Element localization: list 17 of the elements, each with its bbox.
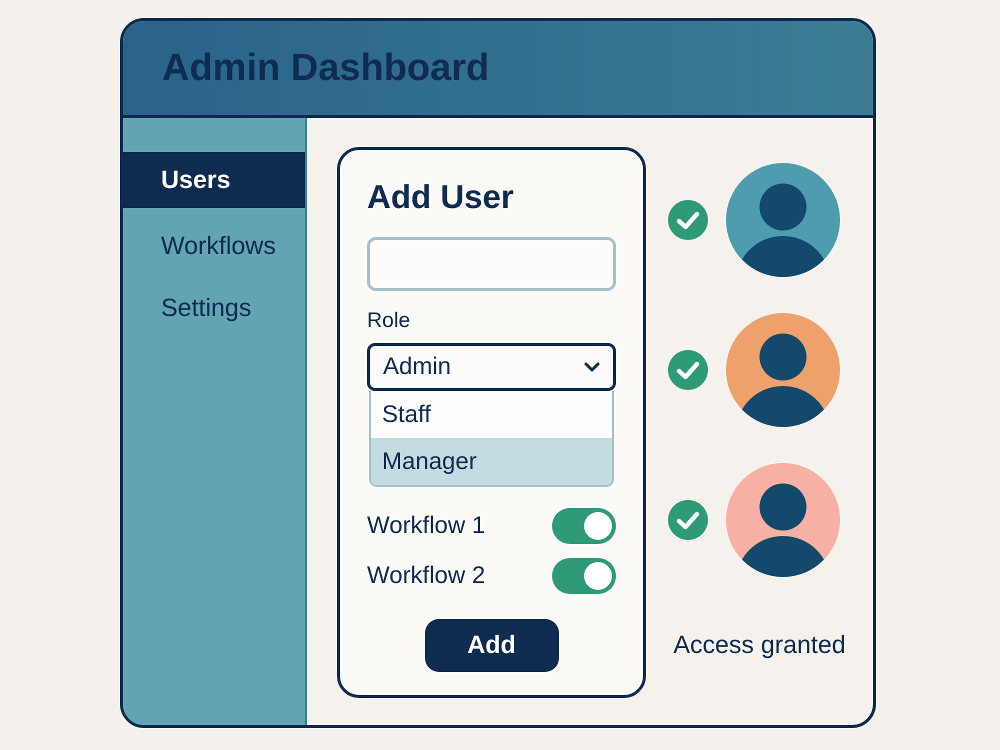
dropdown-option[interactable]: Staff: [371, 391, 612, 438]
role-label: Role: [367, 309, 412, 333]
nav-item[interactable]: Settings: [123, 284, 305, 332]
dropdown-option[interactable]: Manager: [371, 438, 612, 485]
role-select[interactable]: Admin: [367, 343, 616, 391]
form-title: Add User: [367, 178, 515, 216]
add-button[interactable]: Add: [424, 619, 558, 672]
toggle-switch[interactable]: [552, 558, 616, 594]
text-input-field[interactable]: [367, 237, 616, 291]
workflow-label: Workflow 1: [367, 512, 486, 540]
toggle-switch[interactable]: [552, 508, 616, 544]
chevron-icon: [584, 362, 600, 372]
window-title: Admin Dashboard: [162, 46, 490, 90]
nav-item[interactable]: Workflows: [123, 222, 305, 270]
nav-item[interactable]: Users: [123, 152, 305, 208]
workflow-label: Workflow 2: [367, 562, 486, 590]
status-text: Access granted: [673, 631, 846, 659]
